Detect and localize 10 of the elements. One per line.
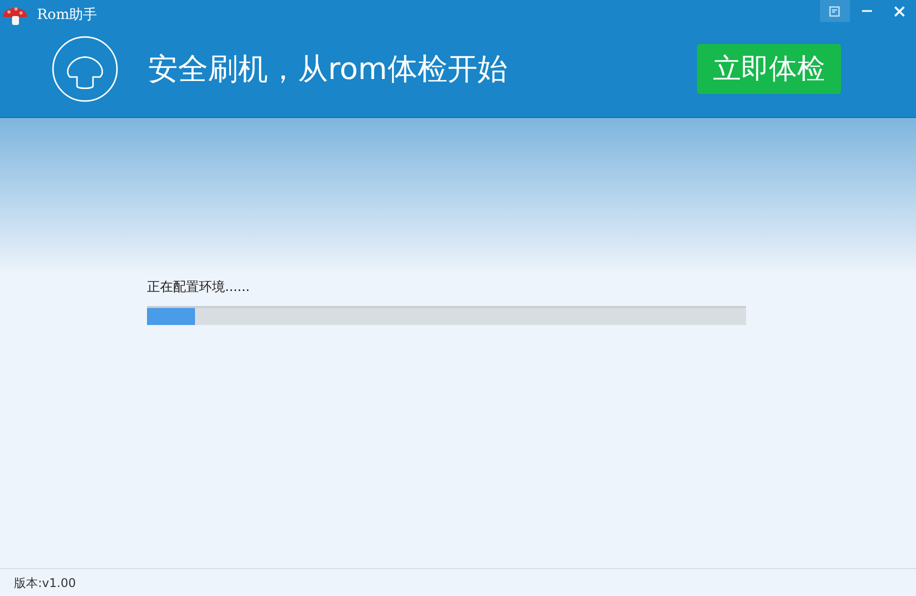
settings-button[interactable] [820,0,850,22]
progress-label: 正在配置环境...... [147,280,251,296]
checkup-button[interactable]: 立即体检 [697,44,841,94]
window-icon [829,6,841,16]
mushroom-icon [52,36,118,102]
minimize-icon [862,10,872,12]
close-icon [894,6,905,16]
version-label: 版本:v1.00 [14,574,76,592]
window-title: Rom助手 [37,6,98,24]
slogan: 安全刷机，从rom体检开始 [148,50,508,88]
